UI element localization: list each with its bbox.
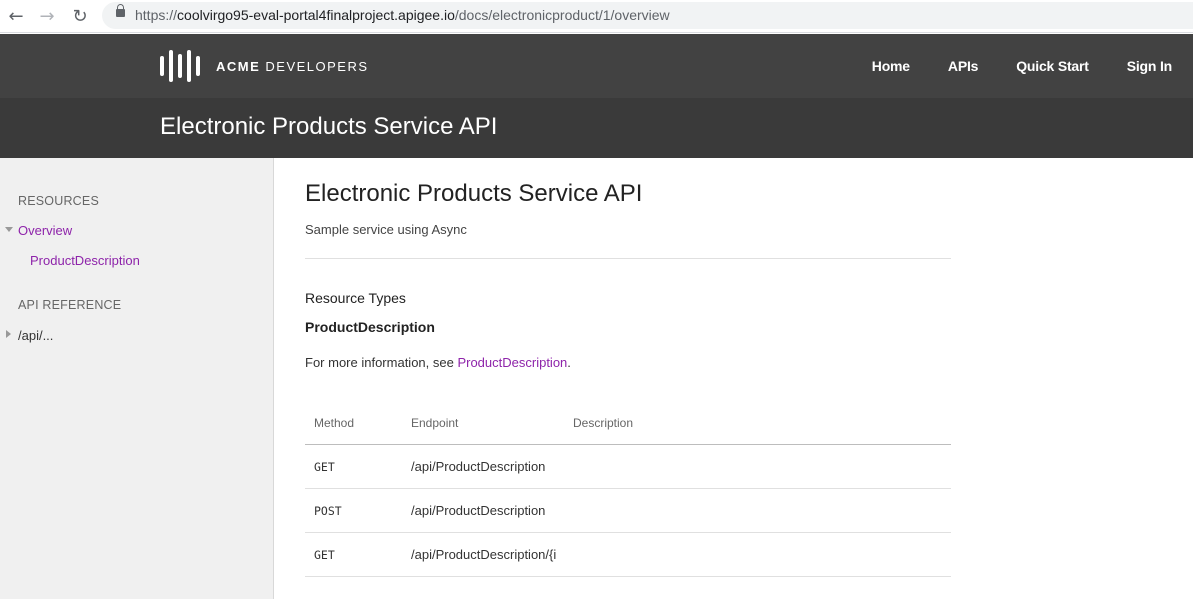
- sidebar-item-productdescription[interactable]: ProductDescription: [30, 253, 140, 268]
- more-info-suffix: .: [567, 355, 571, 370]
- url-path: /docs/electronicproduct/1/overview: [454, 7, 670, 23]
- nav-sign-in-link[interactable]: Sign In: [1127, 58, 1172, 74]
- collapsed-triangle-icon[interactable]: [6, 330, 11, 338]
- resource-name: ProductDescription: [305, 319, 435, 335]
- content-subtitle: Sample service using Async: [305, 222, 467, 237]
- api-table: Method Endpoint Description GET /api/Pro…: [305, 401, 951, 577]
- divider: [305, 258, 951, 259]
- api-reference-heading: API REFERENCE: [18, 298, 122, 312]
- nav-quick-start-link[interactable]: Quick Start: [1016, 58, 1089, 74]
- top-nav: Home APIs Quick Start Sign In: [834, 34, 1172, 98]
- nav-home-link[interactable]: Home: [872, 58, 910, 74]
- reload-icon[interactable]: ↻: [68, 4, 92, 28]
- address-bar[interactable]: https://coolvirgo95-eval-portal4finalpro…: [102, 2, 1193, 29]
- content-title: Electronic Products Service API: [305, 180, 643, 207]
- lock-icon[interactable]: [116, 4, 125, 17]
- row-method: GET: [314, 548, 335, 562]
- table-row[interactable]: POST /api/ProductDescription: [305, 489, 951, 533]
- url-host: coolvirgo95-eval-portal4finalproject.api…: [177, 7, 455, 23]
- forward-icon[interactable]: →: [35, 4, 59, 28]
- sidebar-item-overview[interactable]: Overview: [18, 223, 72, 238]
- column-header-description: Description: [573, 416, 634, 430]
- page-title: Electronic Products Service API: [160, 113, 498, 140]
- site-header: ACME DEVELOPERS Home APIs Quick Start Si…: [0, 34, 1193, 98]
- row-endpoint[interactable]: /api/ProductDescription: [411, 489, 564, 533]
- nav-apis-link[interactable]: APIs: [948, 58, 979, 74]
- brand-logo[interactable]: ACME DEVELOPERS: [160, 50, 369, 82]
- sidebar: RESOURCES Overview ProductDescription AP…: [0, 158, 274, 599]
- sound-bars-logo-icon: [160, 50, 200, 82]
- url-text[interactable]: https://coolvirgo95-eval-portal4finalpro…: [135, 7, 670, 23]
- url-prefix: https://: [135, 7, 178, 23]
- brand-rest: DEVELOPERS: [260, 58, 369, 74]
- sidebar-item-api-path[interactable]: /api/...: [18, 328, 53, 343]
- expanded-triangle-icon[interactable]: [5, 227, 13, 232]
- row-description: [573, 445, 943, 489]
- row-description: [573, 489, 943, 533]
- brand-bold: ACME: [216, 58, 261, 74]
- row-method: POST: [314, 504, 342, 518]
- product-description-link[interactable]: ProductDescription: [457, 355, 567, 370]
- table-row[interactable]: GET /api/ProductDescription: [305, 445, 951, 489]
- title-band: Electronic Products Service API: [0, 98, 1193, 158]
- browser-toolbar: ← → ↻ https://coolvirgo95-eval-portal4fi…: [0, 0, 1193, 33]
- back-icon[interactable]: ←: [4, 4, 28, 28]
- row-endpoint[interactable]: /api/ProductDescription: [411, 445, 564, 489]
- table-row[interactable]: GET /api/ProductDescription/{i: [305, 533, 951, 577]
- brand-name: ACME DEVELOPERS: [216, 59, 369, 74]
- more-info-text: For more information, see ProductDescrip…: [305, 355, 571, 370]
- resources-heading: RESOURCES: [18, 194, 99, 208]
- more-info-prefix: For more information, see: [305, 355, 458, 370]
- resource-types-label: Resource Types: [305, 290, 406, 306]
- row-method: GET: [314, 460, 335, 474]
- row-description: [573, 533, 943, 577]
- table-header-row: Method Endpoint Description: [305, 401, 951, 445]
- column-header-endpoint: Endpoint: [411, 416, 459, 430]
- column-header-method: Method: [314, 416, 355, 430]
- row-endpoint[interactable]: /api/ProductDescription/{i: [411, 533, 564, 577]
